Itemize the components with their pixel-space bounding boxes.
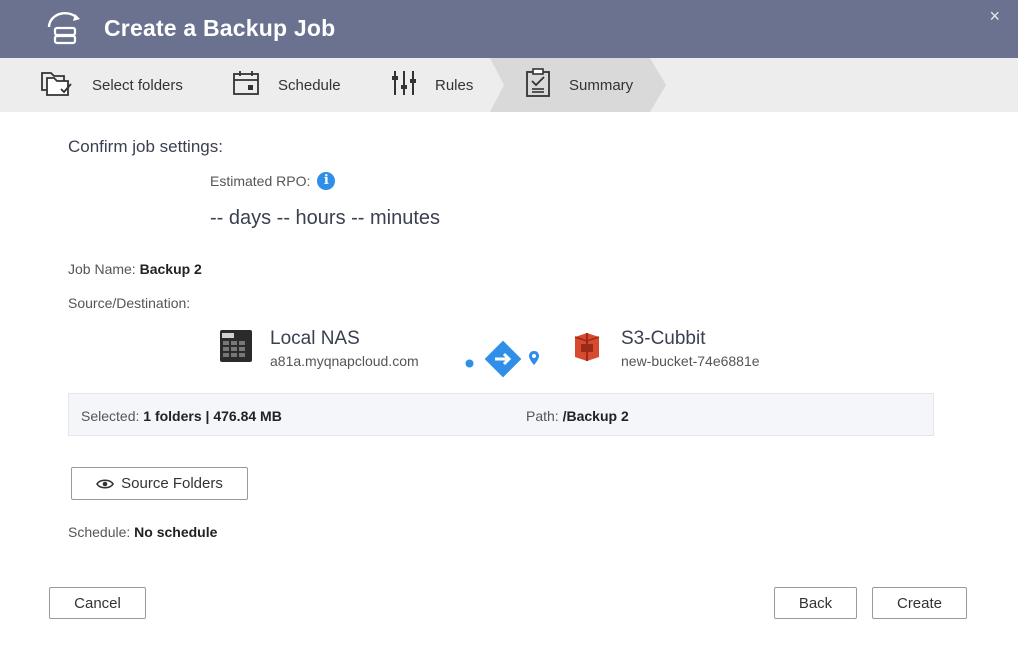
step-label: Schedule (278, 76, 341, 94)
wizard-steps: Select folders Schedule Rules Summary (0, 58, 1018, 112)
destination-bucket: new-bucket-74e6881e (621, 353, 760, 369)
rpo-label-text: Estimated RPO: (210, 173, 311, 189)
estimated-rpo-label: Estimated RPO: i (210, 172, 336, 190)
dot-icon (465, 355, 474, 373)
calendar-icon (232, 69, 278, 101)
selected-size: 476.84 MB (213, 408, 282, 424)
create-button[interactable]: Create (872, 587, 967, 619)
separator: | (205, 408, 210, 424)
path-value: /Backup 2 (562, 408, 629, 424)
source-name: Local NAS (270, 328, 360, 349)
job-name-label: Job Name: (68, 261, 136, 277)
step-schedule[interactable]: Schedule (232, 58, 341, 112)
schedule-value: No schedule (134, 524, 218, 540)
source-destination-label: Source/Destination: (68, 295, 191, 311)
schedule-label: Schedule: (68, 524, 131, 540)
step-label: Summary (569, 76, 634, 94)
dialog-header: Create a Backup Job × (0, 0, 1018, 58)
info-icon[interactable]: i (317, 172, 336, 190)
path-label: Path: (526, 408, 559, 424)
source-folders-button[interactable]: Source Folders (71, 467, 248, 500)
selected-label: Selected: (81, 408, 140, 424)
direction-arrow-icon (484, 340, 522, 383)
step-select-folders[interactable]: Select folders (40, 58, 183, 112)
back-button[interactable]: Back (774, 587, 857, 619)
destination-name: S3-Cubbit (621, 328, 706, 349)
job-name-row: Job Name: Backup 2 (68, 261, 202, 277)
selected-summary: Selected: 1 folders | 476.84 MB (81, 408, 282, 424)
create-backup-job-dialog: Create a Backup Job × Select folders Sch… (0, 0, 1018, 640)
nas-device-icon (219, 329, 253, 368)
cancel-button[interactable]: Cancel (49, 587, 146, 619)
job-name-value: Backup 2 (139, 261, 202, 277)
selected-folders: 1 folders (143, 408, 202, 424)
backup-sync-icon (44, 10, 86, 48)
clipboard-check-icon (525, 68, 569, 102)
source-folders-label: Source Folders (121, 475, 223, 492)
s3-bucket-icon (572, 330, 602, 369)
source-host: a81a.myqnapcloud.com (270, 353, 419, 369)
close-icon[interactable]: × (989, 6, 1000, 27)
step-rules[interactable]: Rules (391, 58, 473, 112)
destination-endpoint: S3-Cubbit new-bucket-74e6881e (621, 328, 760, 369)
location-pin-icon (528, 350, 540, 371)
confirm-heading: Confirm job settings: (68, 137, 223, 156)
folders-icon (40, 68, 92, 102)
source-endpoint: Local NAS a81a.myqnapcloud.com (270, 328, 419, 369)
step-label: Rules (435, 76, 474, 94)
rpo-value: -- days -- hours -- minutes (210, 207, 441, 229)
eye-icon (96, 478, 115, 490)
schedule-row: Schedule: No schedule (68, 524, 217, 540)
path-summary: Path: /Backup 2 (526, 408, 629, 424)
selection-summary-box: Selected: 1 folders | 476.84 MB Path: /B… (68, 393, 934, 436)
step-summary[interactable]: Summary (525, 58, 633, 112)
dialog-title: Create a Backup Job (104, 15, 336, 41)
sliders-icon (391, 69, 435, 101)
step-label: Select folders (92, 76, 183, 94)
